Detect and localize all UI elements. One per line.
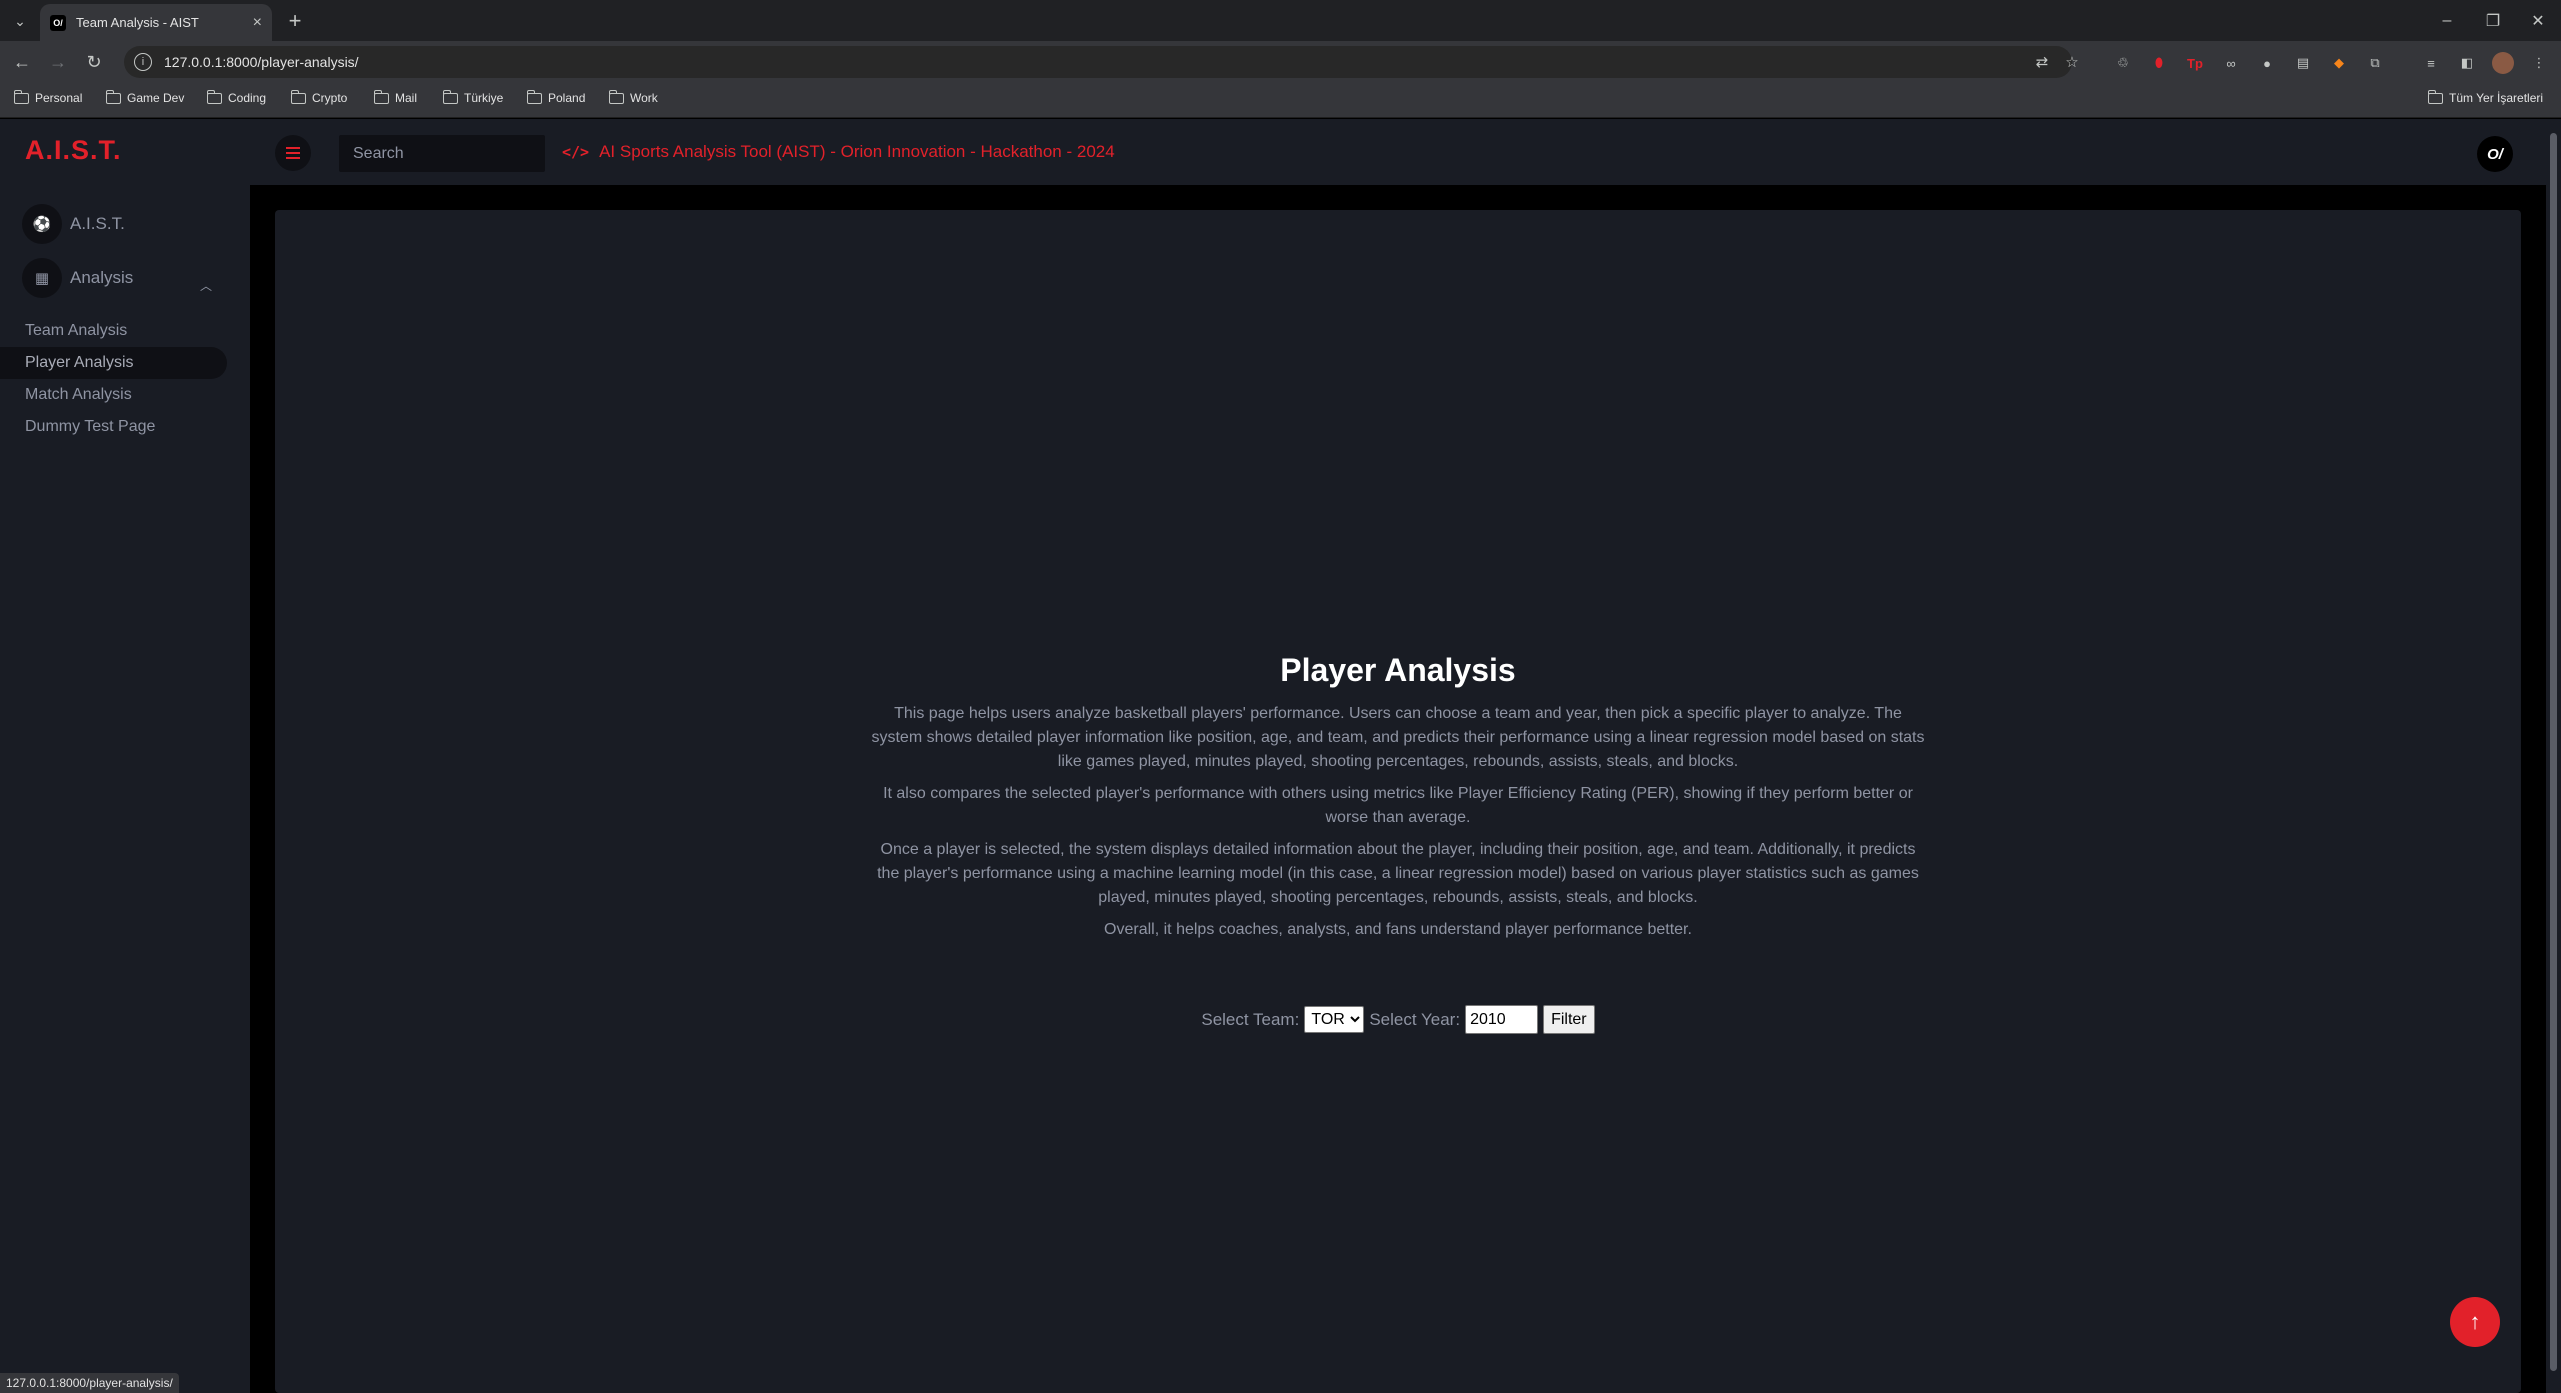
minimize-icon[interactable]: – <box>2424 0 2470 41</box>
tab-title: Team Analysis - AIST <box>76 15 199 30</box>
bookmark-folder[interactable]: Crypto <box>290 89 347 105</box>
brand-logo[interactable]: A.I.S.T. <box>25 135 122 166</box>
year-input[interactable] <box>1465 1005 1539 1034</box>
orion-logo[interactable]: O/ <box>2477 136 2513 172</box>
reading-list-icon[interactable]: ≡ <box>2420 52 2442 74</box>
folder-icon <box>442 89 458 104</box>
site-info-icon[interactable]: i <box>134 53 152 71</box>
bookmark-folder[interactable]: Poland <box>526 89 585 105</box>
team-select[interactable]: TOR <box>1304 1006 1365 1033</box>
forward-icon[interactable]: → <box>44 48 72 76</box>
description-paragraph: Once a player is selected, the system di… <box>877 841 1919 906</box>
tab-search-icon[interactable]: ⌄ <box>8 9 32 33</box>
bookmark-folder[interactable]: Personal <box>13 89 82 105</box>
restore-icon[interactable]: ❐ <box>2470 0 2516 41</box>
sidebar-item-analysis[interactable]: ▦ Analysis <box>22 258 133 298</box>
sidebar-item-dummy-test-page[interactable]: Dummy Test Page <box>0 411 227 443</box>
bookmark-folder[interactable]: Coding <box>206 89 266 105</box>
status-bar-url: 127.0.0.1:8000/player-analysis/ <box>0 1373 179 1393</box>
arrow-up-icon: ↑ <box>2469 1309 2481 1334</box>
back-icon[interactable]: ← <box>8 48 36 76</box>
sidebar-item-match-analysis[interactable]: Match Analysis <box>0 379 227 411</box>
folder-icon <box>13 89 29 104</box>
extension-recycle-icon[interactable]: ♲ <box>2112 52 2134 74</box>
hamburger-icon <box>286 152 300 154</box>
tab-favicon-icon: O/ <box>50 14 66 31</box>
folder-icon <box>2427 89 2443 104</box>
folder-icon <box>373 89 389 104</box>
browser-tab-bar: ⌄ O/ Team Analysis - AIST × + – ❐ ✕ <box>0 0 2561 41</box>
year-label: Select Year: <box>1369 1009 1461 1029</box>
extension-glasses-icon[interactable]: ∞ <box>2220 52 2242 74</box>
headline-text: AI Sports Analysis Tool (AIST) - Orion I… <box>599 142 1115 161</box>
description-paragraph: It also compares the selected player's p… <box>883 785 1913 826</box>
filter-form: Select Team: TOR Select Year: Filter <box>275 1005 2521 1034</box>
reload-icon[interactable]: ↻ <box>80 48 108 76</box>
bookmark-folder[interactable]: Türkiye <box>442 89 503 105</box>
translate-icon[interactable]: ⇄ <box>2032 53 2052 73</box>
scrollbar-thumb[interactable] <box>2550 133 2557 1371</box>
new-tab-icon[interactable]: + <box>282 8 308 34</box>
folder-icon <box>526 89 542 104</box>
main-content: Player Analysis This page helps users an… <box>275 210 2521 1393</box>
code-icon: </> <box>562 143 590 161</box>
bookmark-folder[interactable]: Mail <box>373 89 417 105</box>
browser-menu-icon[interactable]: ⋮ <box>2528 52 2550 74</box>
sidebar-item-label: Analysis <box>70 268 134 287</box>
sidebar-item-player-analysis[interactable]: Player Analysis <box>0 347 227 379</box>
bookmarks-bar: Personal Game Dev Coding Crypto Mail Tür… <box>0 83 2561 118</box>
scroll-to-top-button[interactable]: ↑ <box>2450 1297 2500 1347</box>
sidebar-item-team-analysis[interactable]: Team Analysis <box>0 315 227 347</box>
window-close-icon[interactable]: ✕ <box>2515 0 2561 41</box>
sidebar-item-label: A.I.S.T. <box>70 214 125 233</box>
address-bar[interactable]: i 127.0.0.1:8000/player-analysis/ ⇄ ☆ <box>124 46 2079 78</box>
extension-tp-icon[interactable]: Tp <box>2184 52 2206 74</box>
page-viewport: A.I.S.T. ⚽ A.I.S.T. ▦ Analysis ︿ Team An… <box>0 119 2561 1393</box>
bookmark-star-icon[interactable]: ☆ <box>2062 53 2082 73</box>
team-label: Select Team: <box>1201 1009 1300 1029</box>
address-url[interactable]: 127.0.0.1:8000/player-analysis/ <box>164 54 359 70</box>
bar-chart-icon: ▦ <box>22 258 62 298</box>
soccer-ball-icon: ⚽ <box>22 204 62 244</box>
browser-toolbar: ← → ↻ i 127.0.0.1:8000/player-analysis/ … <box>0 41 2561 83</box>
tab-close-icon[interactable]: × <box>253 14 262 32</box>
all-bookmarks-folder[interactable]: Tüm Yer İşaretleri <box>2427 89 2543 105</box>
extensions-puzzle-icon[interactable]: ⧉ <box>2364 52 2386 74</box>
sidebar: A.I.S.T. ⚽ A.I.S.T. ▦ Analysis ︿ Team An… <box>0 119 250 1393</box>
top-navbar: </> AI Sports Analysis Tool (AIST) - Ori… <box>250 119 2561 185</box>
description-paragraph: Overall, it helps coaches, analysts, and… <box>1104 921 1692 938</box>
content-card: Player Analysis This page helps users an… <box>275 210 2521 1393</box>
extension-cards-icon[interactable]: ▤ <box>2292 52 2314 74</box>
extension-ghost-icon[interactable]: ● <box>2256 52 2278 74</box>
chevron-up-icon[interactable]: ︿ <box>200 277 212 294</box>
browser-tab[interactable]: O/ Team Analysis - AIST × <box>40 4 272 41</box>
sidebar-item-home[interactable]: ⚽ A.I.S.T. <box>22 204 125 244</box>
folder-icon <box>608 89 624 104</box>
page-scrollbar[interactable] <box>2546 119 2561 1393</box>
search-input[interactable] <box>339 135 545 172</box>
page-title: Player Analysis <box>1280 652 1516 688</box>
folder-icon <box>290 89 306 104</box>
bookmark-folder[interactable]: Work <box>608 89 658 105</box>
description-paragraph: This page helps users analyze basketball… <box>871 705 1925 770</box>
app-headline: </> AI Sports Analysis Tool (AIST) - Ori… <box>562 142 1115 162</box>
profile-avatar[interactable] <box>2492 52 2514 74</box>
filter-button[interactable]: Filter <box>1543 1005 1595 1034</box>
extension-fox-icon[interactable]: ◆ <box>2328 52 2350 74</box>
bookmark-folder[interactable]: Game Dev <box>105 89 184 105</box>
side-panel-icon[interactable]: ◧ <box>2456 52 2478 74</box>
folder-icon <box>206 89 222 104</box>
extension-shield-icon[interactable]: ⬮ <box>2148 52 2170 74</box>
folder-icon <box>105 89 121 104</box>
menu-toggle-button[interactable] <box>275 135 311 171</box>
